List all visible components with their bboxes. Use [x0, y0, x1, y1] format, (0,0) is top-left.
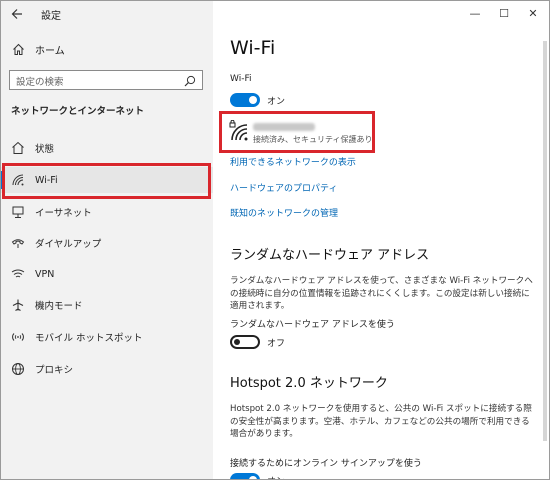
- maximize-button[interactable]: ☐: [490, 1, 518, 25]
- minimize-button[interactable]: —: [461, 1, 489, 25]
- search-input[interactable]: 設定の検索: [9, 70, 203, 90]
- page-title: Wi-Fi: [230, 37, 276, 59]
- manage-known-networks-link[interactable]: 既知のネットワークの管理: [230, 206, 338, 219]
- sidebar-item-label: モバイル ホットスポット: [35, 333, 143, 344]
- sidebar-item-proxy[interactable]: プロキシ: [1, 356, 213, 382]
- highlight-box-network: [219, 111, 375, 153]
- nav-home-label: ホーム: [35, 45, 65, 57]
- sidebar-item-label: VPN: [35, 268, 55, 280]
- sidebar-item-dialup[interactable]: ダイヤルアップ: [1, 230, 213, 256]
- hardware-properties-link[interactable]: ハードウェアのプロパティ: [230, 181, 337, 194]
- sidebar-item-label: ダイヤルアップ: [35, 239, 102, 250]
- main-content: — ☐ ✕ Wi-Fi Wi-Fi オン 接続済み、セキュリティ保護あり 利用で…: [213, 1, 549, 479]
- hotspot-icon: [10, 329, 26, 345]
- hotspot-heading: Hotspot 2.0 ネットワーク: [230, 376, 388, 391]
- wifi-toggle[interactable]: [230, 93, 260, 107]
- hotspot-toggle-state: オン: [267, 474, 285, 479]
- dialup-icon: [10, 235, 26, 251]
- back-button[interactable]: [7, 4, 27, 24]
- maximize-icon: ☐: [499, 6, 509, 20]
- search-icon: [184, 75, 196, 87]
- random-hw-toggle-label: ランダムなハードウェア アドレスを使う: [230, 320, 395, 330]
- wifi-label: Wi-Fi: [230, 74, 252, 84]
- random-hw-description: ランダムなハードウェア アドレスを使って、さまざまな Wi-Fi ネットワークへ…: [230, 276, 533, 311]
- airplane-icon: [10, 297, 26, 313]
- vpn-icon: [10, 266, 26, 282]
- sidebar-item-label: プロキシ: [35, 365, 74, 376]
- nav-home[interactable]: ホーム: [1, 37, 213, 61]
- sidebar-item-label: 状態: [35, 144, 55, 155]
- sidebar-item-airplane-mode[interactable]: 機内モード: [1, 292, 213, 318]
- sidebar-item-vpn[interactable]: VPN: [1, 261, 213, 287]
- search-placeholder: 設定の検索: [16, 77, 64, 88]
- app-title: 設定: [41, 11, 61, 22]
- random-hw-toggle-state: オフ: [267, 339, 286, 349]
- toggle-knob: [249, 476, 257, 479]
- back-arrow-icon: [11, 9, 22, 19]
- sidebar-item-status[interactable]: 状態: [1, 135, 213, 161]
- home-icon: [11, 42, 25, 56]
- hotspot-toggle[interactable]: [230, 473, 260, 479]
- hotspot-toggle-label: 接続するためにオンライン サインアップを使う: [230, 459, 422, 469]
- sidebar-item-label: イーサネット: [35, 208, 92, 219]
- wifi-toggle-label: オン: [267, 97, 286, 107]
- sidebar-item-mobile-hotspot[interactable]: モバイル ホットスポット: [1, 324, 213, 350]
- close-icon: ✕: [528, 6, 538, 20]
- sidebar: 設定 ホーム 設定の検索 ネットワークとインターネット 状態 Wi-Fi イーサ…: [1, 1, 213, 479]
- settings-window: 設定 ホーム 設定の検索 ネットワークとインターネット 状態 Wi-Fi イーサ…: [0, 0, 550, 480]
- ethernet-icon: [10, 204, 26, 220]
- status-icon: [10, 140, 26, 156]
- highlight-box-wifi-nav: [2, 163, 211, 199]
- hotspot-description: Hotspot 2.0 ネットワークを使用すると、公共の Wi-Fi スポットに…: [230, 404, 532, 439]
- sidebar-item-ethernet[interactable]: イーサネット: [1, 199, 213, 225]
- scrollbar[interactable]: [543, 41, 547, 441]
- random-hw-toggle[interactable]: [230, 335, 260, 349]
- show-available-networks-link[interactable]: 利用できるネットワークの表示: [230, 155, 356, 168]
- sidebar-item-label: 機内モード: [35, 301, 83, 312]
- minimize-icon: —: [469, 6, 481, 20]
- close-button[interactable]: ✕: [519, 1, 547, 25]
- section-title: ネットワークとインターネット: [11, 106, 145, 117]
- toggle-knob: [234, 339, 240, 345]
- toggle-knob: [249, 96, 257, 104]
- titlebar: 設定: [1, 1, 213, 27]
- globe-icon: [10, 361, 26, 377]
- random-hw-heading: ランダムなハードウェア アドレス: [230, 248, 430, 263]
